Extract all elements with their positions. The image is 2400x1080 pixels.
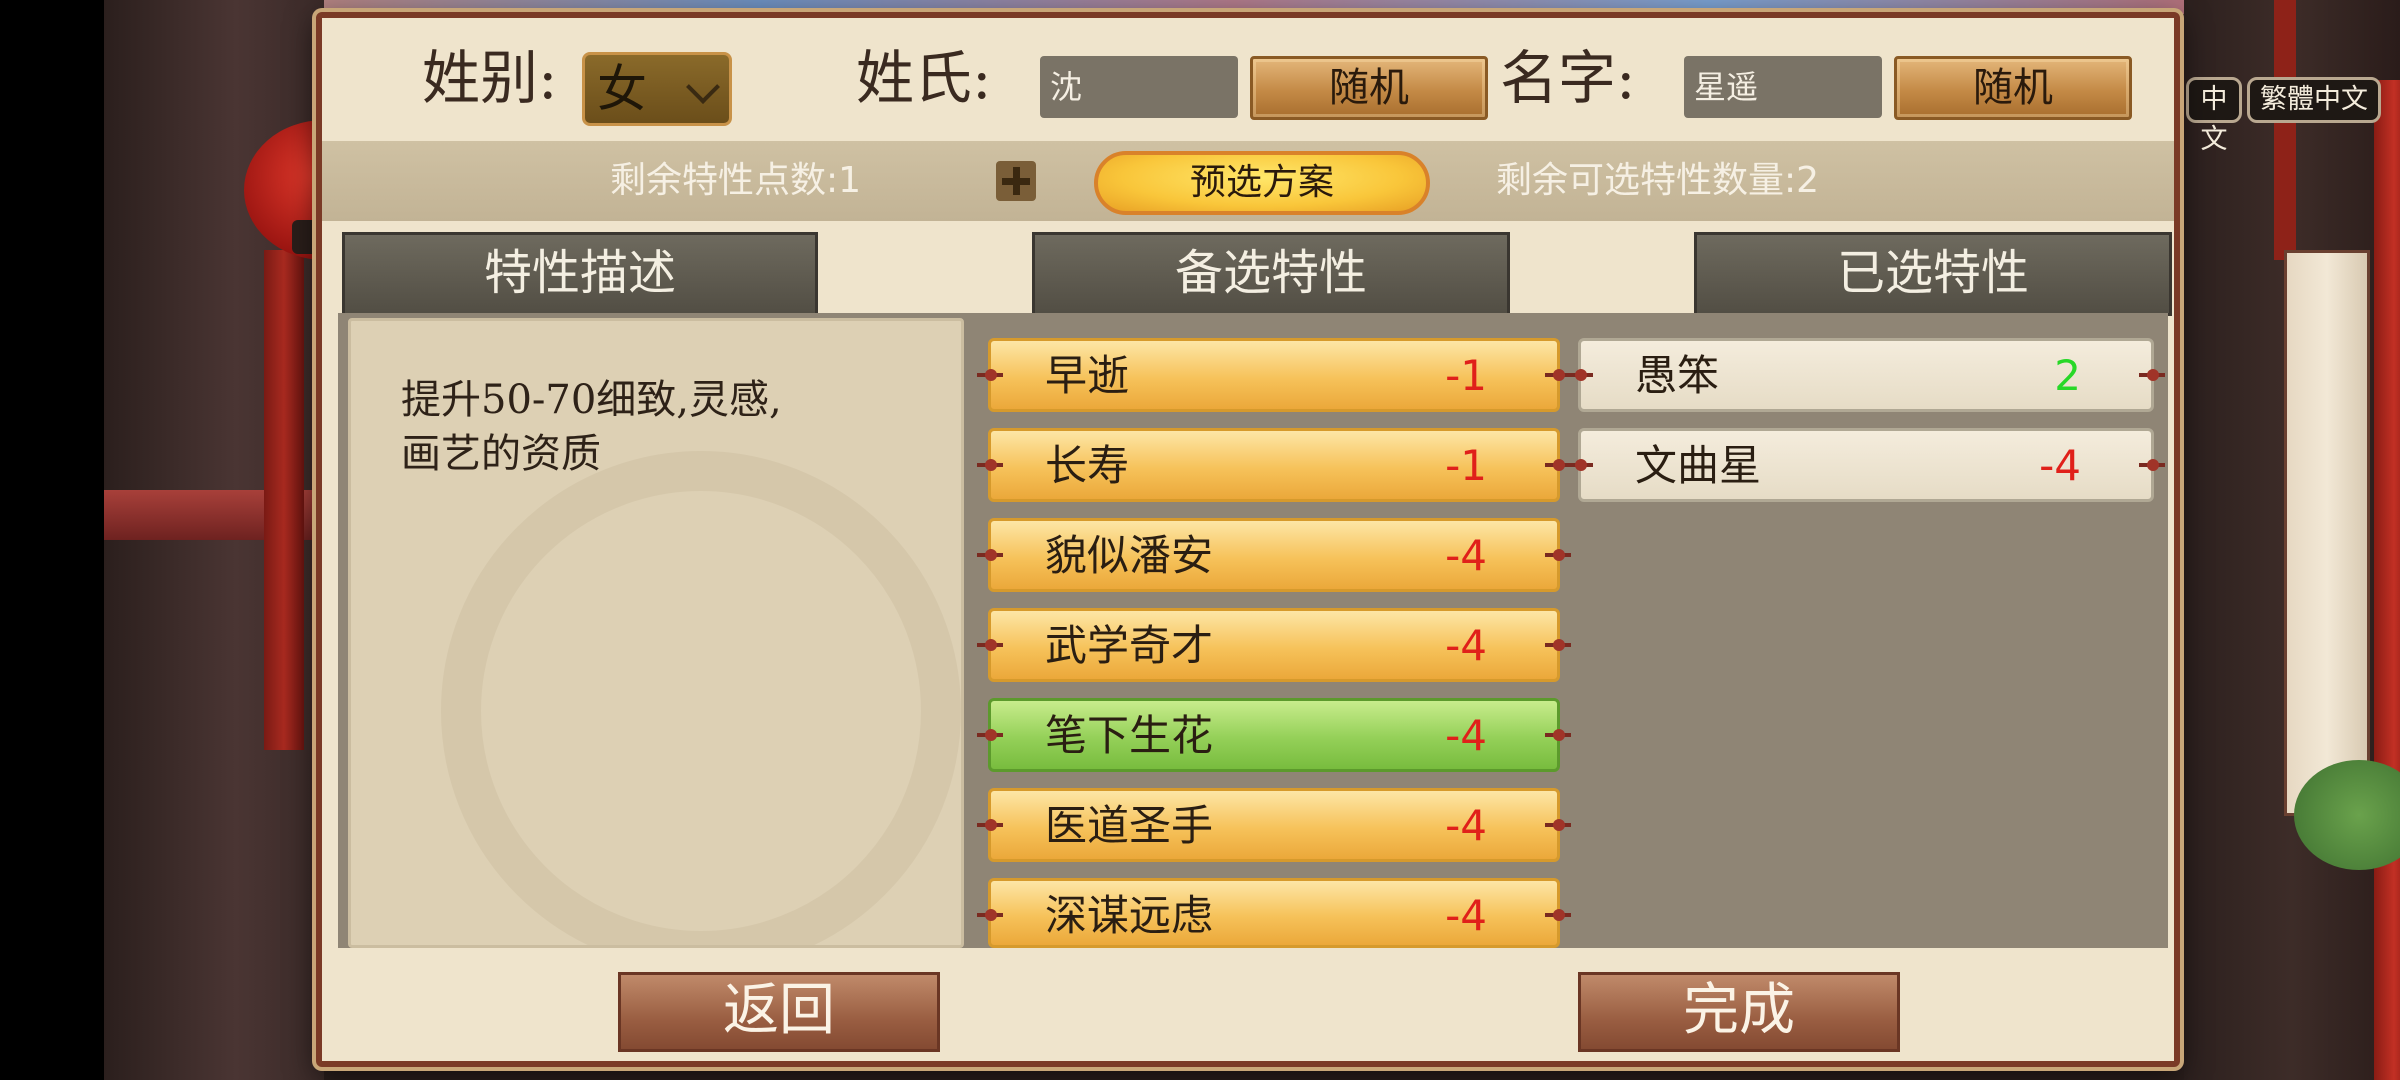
done-button[interactable]: 完成: [1578, 972, 1900, 1052]
pin-right-icon: [1545, 639, 1571, 651]
trait-name: 武学奇才: [1045, 621, 1214, 670]
gender-select[interactable]: 女: [582, 52, 732, 126]
trait-description-box: 提升50-70细致,灵感, 画艺的资质: [348, 318, 964, 948]
trait-name: 长寿: [1045, 441, 1130, 490]
trait-description-text: 提升50-70细致,灵感, 画艺的资质: [401, 377, 782, 477]
selected-traits-header-label: 已选特性: [1836, 245, 2029, 301]
candidate-traits-header-label: 备选特性: [1174, 245, 1367, 301]
trait-cost: 2: [2054, 351, 2081, 400]
candidate-trait-item[interactable]: 武学奇才 -4: [977, 608, 1571, 682]
pin-right-icon: [1545, 729, 1571, 741]
trait-name: 深谋远虑: [1045, 891, 1214, 940]
selected-trait-item[interactable]: 愚笨 2: [1567, 338, 2165, 412]
trait-name: 愚笨: [1635, 351, 1720, 400]
candidate-trait-item[interactable]: 长寿 -1: [977, 428, 1571, 502]
language-traditional-button[interactable]: 繁體中文: [2247, 77, 2381, 123]
pin-right-icon: [2139, 459, 2165, 471]
language-simplified-button[interactable]: 中文: [2186, 77, 2242, 155]
pin-left-icon: [1567, 369, 1593, 381]
description-header: 特性描述: [342, 232, 818, 316]
preset-plan-button[interactable]: 预选方案: [1094, 151, 1430, 215]
trait-cost: -4: [1445, 621, 1487, 670]
character-creation-panel: 姓别: 女 姓氏: 沈 随机 名字: 星遥 随机 剩余特性点数:1 预选方案 剩…: [316, 12, 2180, 1067]
trait-cost: -4: [1445, 531, 1487, 580]
gender-label: 姓别:: [422, 44, 558, 112]
selected-traits-header: 已选特性: [1694, 232, 2172, 316]
pin-left-icon: [977, 459, 1003, 471]
chevron-down-icon: [686, 70, 720, 104]
trait-cost: -4: [2039, 441, 2081, 490]
points-bar: 剩余特性点数:1 预选方案 剩余可选特性数量:2: [322, 141, 2174, 221]
trait-name: 早逝: [1045, 351, 1130, 400]
hanging-scroll-banner: [2284, 250, 2370, 816]
surname-label: 姓氏:: [856, 44, 992, 112]
trait-cost: -4: [1445, 711, 1487, 760]
add-point-button[interactable]: [996, 161, 1036, 201]
pin-right-icon: [2139, 369, 2165, 381]
pin-left-icon: [1567, 459, 1593, 471]
left-pillar: [264, 250, 304, 750]
trait-cost: -4: [1445, 891, 1487, 940]
trait-name: 貌似潘安: [1045, 531, 1214, 580]
candidate-trait-item[interactable]: 医道圣手 -4: [977, 788, 1571, 862]
candidate-trait-item[interactable]: 深谋远虑 -4: [977, 878, 1571, 948]
pin-right-icon: [1545, 819, 1571, 831]
trait-cost: -4: [1445, 801, 1487, 850]
selected-trait-item[interactable]: 文曲星 -4: [1567, 428, 2165, 502]
trait-name: 医道圣手: [1045, 801, 1214, 850]
right-pillar-top: [2274, 0, 2296, 260]
cloud-swirl-decoration: [441, 451, 961, 945]
pin-left-icon: [977, 909, 1003, 921]
surname-input[interactable]: 沈: [1040, 56, 1238, 118]
name-row: 姓别: 女 姓氏: 沈 随机 名字: 星遥 随机: [322, 18, 2174, 138]
random-given-name-button[interactable]: 随机: [1894, 56, 2132, 120]
trait-name: 笔下生花: [1045, 711, 1214, 760]
remaining-selectable-text: 剩余可选特性数量:2: [1496, 160, 1820, 201]
trait-cost: -1: [1445, 441, 1487, 490]
random-surname-button[interactable]: 随机: [1250, 56, 1488, 120]
description-header-label: 特性描述: [483, 245, 676, 301]
trait-name: 文曲星: [1635, 441, 1762, 490]
pin-right-icon: [1545, 909, 1571, 921]
back-button[interactable]: 返回: [618, 972, 940, 1052]
given-name-label: 名字:: [1500, 44, 1636, 112]
candidate-trait-item-highlighted[interactable]: 笔下生花 -4: [977, 698, 1571, 772]
candidate-trait-item[interactable]: 早逝 -1: [977, 338, 1571, 412]
trait-cost: -1: [1445, 351, 1487, 400]
right-pillar: [2374, 80, 2400, 1080]
pin-left-icon: [977, 819, 1003, 831]
pin-right-icon: [1545, 549, 1571, 561]
pin-left-icon: [977, 729, 1003, 741]
pin-left-icon: [977, 369, 1003, 381]
pin-left-icon: [977, 639, 1003, 651]
given-name-input[interactable]: 星遥: [1684, 56, 1882, 118]
remaining-points-text: 剩余特性点数:1: [610, 160, 862, 201]
candidate-traits-header: 备选特性: [1032, 232, 1510, 316]
candidate-trait-item[interactable]: 貌似潘安 -4: [977, 518, 1571, 592]
gender-value: 女: [597, 60, 647, 118]
pin-left-icon: [977, 549, 1003, 561]
